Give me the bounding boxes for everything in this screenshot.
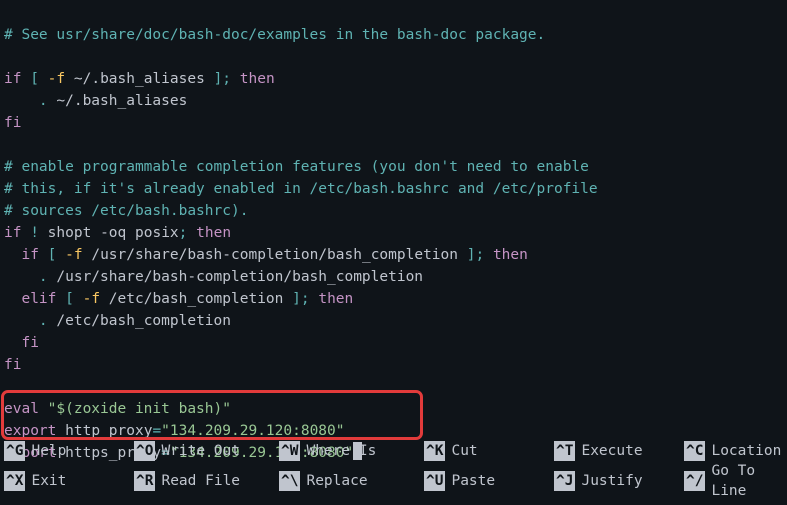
kw-fi: fi <box>4 115 21 131</box>
arg: posix <box>135 225 179 241</box>
bracket: [ <box>30 71 39 87</box>
kw-if: if <box>4 71 21 87</box>
shortcut-label: Paste <box>451 471 495 491</box>
string-literal: "134.209.29.120:8080" <box>161 423 344 439</box>
kw-eval: eval <box>4 401 39 417</box>
flag: -f <box>83 291 100 307</box>
shortcut-label: Execute <box>581 441 642 461</box>
dot: . <box>39 269 48 285</box>
code-comment: # enable programmable completion feature… <box>4 159 589 175</box>
shortcut-cut[interactable]: ^K Cut <box>424 441 554 461</box>
bracket: [ <box>65 291 74 307</box>
kw-export: export <box>4 423 56 439</box>
path: /usr/share/bash-completion/bash_completi… <box>56 269 423 285</box>
string-literal: "$(zoxide init bash)" <box>48 401 231 417</box>
var-name: http_proxy <box>65 423 152 439</box>
bang: ! <box>30 225 39 241</box>
bracket: ]; <box>214 71 231 87</box>
cmd-shopt: shopt <box>48 225 92 241</box>
semicolon: ; <box>179 225 188 241</box>
key-badge: ^/ <box>684 471 705 491</box>
shortcut-execute[interactable]: ^T Execute <box>554 441 684 461</box>
shortcut-where-is[interactable]: ^W Where Is <box>279 441 424 461</box>
shortcut-justify[interactable]: ^J Justify <box>554 461 684 501</box>
shortcut-row-2: ^X Exit ^R Read File ^\ Replace ^U Paste ^J J… <box>4 461 783 501</box>
key-badge: ^C <box>684 441 705 461</box>
shortcut-row-1: ^G Help ^O Write Out ^W Where Is ^K Cut ^T Ex… <box>4 441 783 461</box>
shortcut-label: Cut <box>451 441 477 461</box>
key-badge: ^\ <box>279 471 300 491</box>
shortcut-help[interactable]: ^G Help <box>4 441 134 461</box>
shortcut-write-out[interactable]: ^O Write Out <box>134 441 279 461</box>
kw-fi: fi <box>21 335 38 351</box>
path: /usr/share/bash-completion/bash_completi… <box>91 247 458 263</box>
bracket: [ <box>48 247 57 263</box>
kw-then: then <box>196 225 231 241</box>
key-badge: ^W <box>279 441 300 461</box>
key-badge: ^G <box>4 441 25 461</box>
shortcut-read-file[interactable]: ^R Read File <box>134 461 279 501</box>
dot: . <box>39 313 48 329</box>
path: ~/.bash_aliases <box>74 71 205 87</box>
shortcut-label: Exit <box>31 471 66 491</box>
kw-elif: elif <box>21 291 56 307</box>
key-badge: ^R <box>134 471 155 491</box>
dot: . <box>39 93 48 109</box>
shortcut-label: Help <box>31 441 66 461</box>
shortcut-go-to-line[interactable]: ^/ Go To Line <box>684 461 783 501</box>
shortcut-label: Where Is <box>306 441 376 461</box>
key-badge: ^O <box>134 441 155 461</box>
bracket: ]; <box>292 291 309 307</box>
kw-then: then <box>493 247 528 263</box>
shortcut-location[interactable]: ^C Location <box>684 441 783 461</box>
kw-if: if <box>4 225 21 241</box>
shortcut-exit[interactable]: ^X Exit <box>4 461 134 501</box>
path: /etc/bash_completion <box>56 313 231 329</box>
code-comment: # sources /etc/bash.bashrc). <box>4 203 248 219</box>
flag: -f <box>65 247 82 263</box>
nano-shortcut-bar: ^G Help ^O Write Out ^W Where Is ^K Cut ^T Ex… <box>0 441 787 505</box>
path: ~/.bash_aliases <box>56 93 187 109</box>
shortcut-label: Write Out <box>161 441 240 461</box>
kw-then: then <box>318 291 353 307</box>
kw-fi: fi <box>4 357 21 373</box>
shortcut-label: Replace <box>306 471 367 491</box>
key-badge: ^J <box>554 471 575 491</box>
shortcut-replace[interactable]: ^\ Replace <box>279 461 424 501</box>
kw-if: if <box>21 247 38 263</box>
shortcut-label: Location <box>711 441 781 461</box>
code-comment: # this, if it's already enabled in /etc/… <box>4 181 598 197</box>
bracket: ]; <box>467 247 484 263</box>
flag: -oq <box>100 225 126 241</box>
editor-viewport[interactable]: # See usr/share/doc/bash-doc/examples in… <box>0 0 787 466</box>
equals: = <box>152 423 161 439</box>
flag: -f <box>48 71 65 87</box>
shortcut-label: Read File <box>161 471 240 491</box>
shortcut-paste[interactable]: ^U Paste <box>424 461 554 501</box>
path: /etc/bash_completion <box>109 291 284 307</box>
key-badge: ^X <box>4 471 25 491</box>
key-badge: ^T <box>554 441 575 461</box>
code-comment: # See usr/share/doc/bash-doc/examples in… <box>4 27 545 43</box>
kw-then: then <box>240 71 275 87</box>
shortcut-label: Justify <box>581 471 642 491</box>
key-badge: ^K <box>424 441 445 461</box>
key-badge: ^U <box>424 471 445 491</box>
shortcut-label: Go To Line <box>711 461 783 501</box>
